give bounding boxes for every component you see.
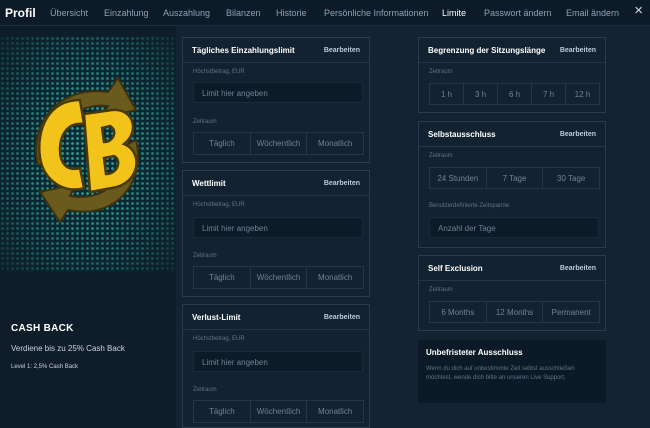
session-option-1h[interactable]: 1 h xyxy=(429,83,464,105)
deposit-period-daily[interactable]: Täglich xyxy=(193,132,251,155)
self-exclusion-card: Selbstausschluss Bearbeiten Zeitraum 24 … xyxy=(418,121,606,248)
bet-limit-title: Wettlimit xyxy=(192,179,226,188)
unlimited-exclusion-text: Wenn du dich auf unbestimmte Zeit selbst… xyxy=(426,366,575,381)
deposit-amount-label: Höchstbetrag, EUR xyxy=(193,69,245,75)
loss-limit-card: Verlust-Limit Bearbeiten Höchstbetrag, E… xyxy=(182,304,370,428)
bet-period-weekly[interactable]: Wöchentlich xyxy=(249,266,308,289)
cashback-logo-icon: CB xyxy=(35,76,139,224)
self-exclusion-12-months[interactable]: 12 Months xyxy=(485,301,544,323)
deposit-limit-edit-button[interactable]: Bearbeiten xyxy=(324,47,360,54)
session-length-edit-button[interactable]: Bearbeiten xyxy=(560,47,596,54)
loss-period-daily[interactable]: Täglich xyxy=(193,400,251,423)
loss-period-weekly[interactable]: Wöchentlich xyxy=(249,400,308,423)
bet-amount-input[interactable] xyxy=(194,219,362,238)
bet-limit-edit-button[interactable]: Bearbeiten xyxy=(324,180,360,187)
deposit-amount-field[interactable] xyxy=(193,82,363,103)
self-exclusion-months-period-label: Zeitraum xyxy=(429,287,453,293)
nav-tab-einzahlung[interactable]: Einzahlung xyxy=(104,8,149,18)
page-title: Profil xyxy=(5,6,36,20)
bet-amount-label: Höchstbetrag, EUR xyxy=(193,202,245,208)
nav-tab-bilanzen[interactable]: Bilanzen xyxy=(226,8,261,18)
self-exclusion-selector: 24 Stunden 7 Tage 30 Tage xyxy=(429,167,601,189)
deposit-limit-card: Tägliches Einzahlungslimit Bearbeiten Hö… xyxy=(182,37,370,163)
cashback-subtitle: Verdiene bis zu 25% Cash Back xyxy=(11,344,125,353)
unlimited-exclusion-card: Unbefristeter Ausschluss Wenn du dich au… xyxy=(418,340,606,403)
self-exclusion-7-days[interactable]: 7 Tage xyxy=(485,167,544,189)
bet-period-monthly[interactable]: Monatlich xyxy=(306,266,365,289)
nav-tab-persoenliche-informationen[interactable]: Persönliche Informationen xyxy=(324,8,429,18)
cashback-title: CASH BACK xyxy=(11,323,74,334)
loss-period-selector: Täglich Wöchentlich Monatlich xyxy=(193,400,365,423)
self-exclusion-period-label: Zeitraum xyxy=(429,153,453,159)
deposit-amount-input[interactable] xyxy=(194,84,362,103)
self-exclusion-6-months[interactable]: 6 Months xyxy=(429,301,487,323)
custom-days-field[interactable] xyxy=(429,217,599,238)
cashback-panel: CB CASH BACK Verdiene bis zu 25% Cash Ba… xyxy=(0,26,176,428)
loss-limit-title: Verlust-Limit xyxy=(192,313,241,322)
session-length-selector: 1 h 3 h 6 h 7 h 12 h xyxy=(429,83,600,105)
deposit-period-weekly[interactable]: Wöchentlich xyxy=(249,132,308,155)
bet-period-label: Zeitraum xyxy=(193,253,217,259)
nav-tab-passwort-aendern[interactable]: Passwort ändern xyxy=(484,8,552,18)
self-exclusion-months-selector: 6 Months 12 Months Permanent xyxy=(429,301,601,323)
close-icon[interactable]: × xyxy=(634,3,643,18)
nav-tab-auszahlung[interactable]: Auszahlung xyxy=(163,8,210,18)
session-option-3h[interactable]: 3 h xyxy=(463,83,498,105)
nav-tab-email-aendern[interactable]: Email ändern xyxy=(566,8,619,18)
self-exclusion-24-hours[interactable]: 24 Stunden xyxy=(429,167,487,189)
nav-tab-limite[interactable]: Limite xyxy=(442,8,466,18)
nav-tab-historie[interactable]: Historie xyxy=(276,8,307,18)
deposit-period-selector: Täglich Wöchentlich Monatlich xyxy=(193,132,365,155)
deposit-limit-title: Tägliches Einzahlungslimit xyxy=(192,46,295,55)
loss-amount-field[interactable] xyxy=(193,351,363,372)
custom-days-input[interactable] xyxy=(430,219,598,238)
session-length-card: Begrenzung der Sitzungslänge Bearbeiten … xyxy=(418,37,606,113)
bet-amount-field[interactable] xyxy=(193,217,363,238)
loss-limit-edit-button[interactable]: Bearbeiten xyxy=(324,314,360,321)
self-exclusion-months-card: Self Exclusion Bearbeiten Zeitraum 6 Mon… xyxy=(418,255,606,331)
cashback-logo-image: CB xyxy=(0,36,176,272)
bet-period-selector: Täglich Wöchentlich Monatlich xyxy=(193,266,365,289)
self-exclusion-30-days[interactable]: 30 Tage xyxy=(542,167,601,189)
self-exclusion-months-title: Self Exclusion xyxy=(428,264,483,273)
session-option-12h[interactable]: 12 h xyxy=(565,83,600,105)
self-exclusion-months-edit-button[interactable]: Bearbeiten xyxy=(560,265,596,272)
bet-period-daily[interactable]: Täglich xyxy=(193,266,251,289)
loss-period-label: Zeitraum xyxy=(193,387,217,393)
deposit-period-monthly[interactable]: Monatlich xyxy=(306,132,365,155)
self-exclusion-title: Selbstausschluss xyxy=(428,130,496,139)
deposit-period-label: Zeitraum xyxy=(193,119,217,125)
unlimited-exclusion-title: Unbefristeter Ausschluss xyxy=(426,348,523,357)
cashback-level: Level 1: 2,5% Cash Back xyxy=(11,364,79,370)
loss-amount-input[interactable] xyxy=(194,353,362,372)
self-exclusion-edit-button[interactable]: Bearbeiten xyxy=(560,131,596,138)
self-exclusion-permanent[interactable]: Permanent xyxy=(542,301,601,323)
session-period-label: Zeitraum xyxy=(429,69,453,75)
loss-amount-label: Höchstbetrag, EUR xyxy=(193,336,245,342)
session-option-6h[interactable]: 6 h xyxy=(497,83,532,105)
session-option-7h[interactable]: 7 h xyxy=(531,83,566,105)
bet-limit-card: Wettlimit Bearbeiten Höchstbetrag, EUR Z… xyxy=(182,170,370,297)
loss-period-monthly[interactable]: Monatlich xyxy=(306,400,365,423)
session-length-title: Begrenzung der Sitzungslänge xyxy=(428,46,546,55)
custom-period-label: Benutzerdefinierte Zeitspanne xyxy=(429,203,510,209)
top-navigation: Profil Übersicht Einzahlung Auszahlung B… xyxy=(0,0,650,26)
nav-tab-uebersicht[interactable]: Übersicht xyxy=(50,8,88,18)
